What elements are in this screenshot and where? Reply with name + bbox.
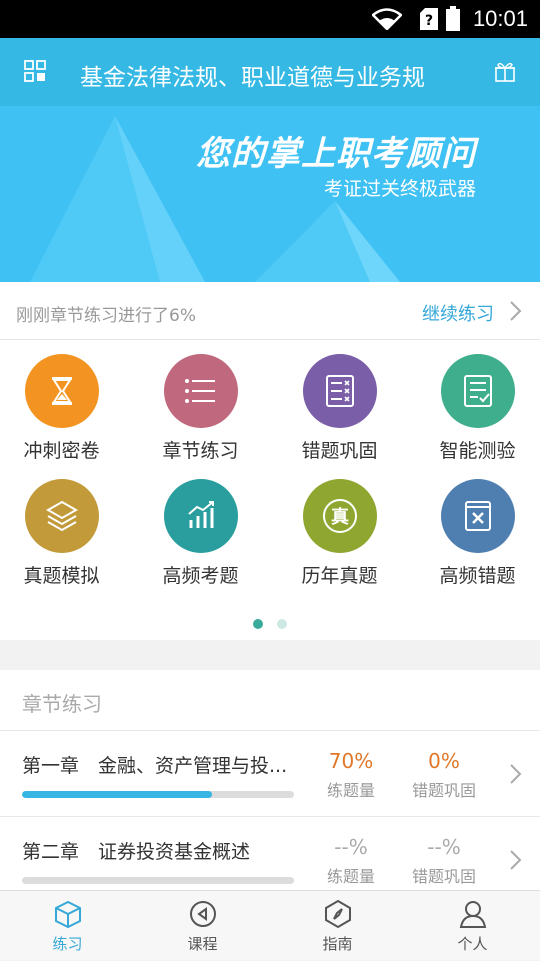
practice-value: 70%: [328, 749, 374, 773]
feature-label: 错题巩固: [301, 440, 378, 462]
feature-past-exams[interactable]: 真 历年真题: [272, 465, 407, 587]
feature-mock-exam[interactable]: 真题模拟: [0, 465, 129, 587]
battery-icon: [446, 6, 460, 31]
apps-grid-icon[interactable]: [24, 60, 46, 82]
status-time: 10:01: [472, 6, 528, 31]
wrong-stat: --% 错题巩固: [399, 835, 489, 887]
last-progress-text: 刚刚章节练习进行了6%: [16, 306, 196, 326]
feature-frequent-questions[interactable]: 高频考题: [133, 465, 268, 587]
chart-icon: [187, 501, 214, 528]
tab-practice[interactable]: 练习: [0, 891, 135, 961]
feature-frequent-wrong[interactable]: 高频错题: [410, 465, 540, 587]
practice-stat: 70% 练题量: [306, 749, 396, 801]
bottom-nav: 练习 课程 指南 个人: [0, 890, 540, 960]
feature-wrong-review[interactable]: 错题巩固: [272, 340, 407, 462]
tab-guide[interactable]: 指南: [270, 891, 405, 961]
person-icon: [459, 901, 486, 928]
page-dot: [276, 619, 287, 629]
practice-value: --%: [334, 835, 368, 859]
chapter-progress-bar: [22, 877, 294, 884]
feature-smart-test[interactable]: 智能测验: [410, 340, 540, 462]
wifi-icon: [372, 8, 402, 30]
chapter-name: 第一章 金融、资产管理与投...: [22, 755, 288, 777]
feature-chapter-practice[interactable]: 章节练习: [133, 340, 268, 462]
svg-text:?: ?: [425, 13, 433, 29]
banner-subtitle: 考证过关终极武器: [323, 178, 476, 200]
continue-practice-link[interactable]: 继续练习: [422, 300, 494, 326]
feature-circle: [163, 479, 238, 553]
feature-circle: 真: [302, 479, 377, 553]
tab-label: 练习: [52, 935, 83, 953]
chapter-progress-bar: [22, 791, 294, 798]
wrong-book-icon: [464, 501, 491, 531]
feature-label: 冲刺密卷: [23, 440, 100, 462]
chapter-practice-section: 章节练习 第一章 金融、资产管理与投... 70% 练题量 0% 错题巩固 第二…: [0, 670, 540, 890]
page-title: 基金法律法规、职业道德与业务规: [80, 65, 425, 91]
layers-icon: [45, 500, 78, 532]
chevron-right-icon: [510, 764, 522, 784]
feature-label: 章节练习: [162, 440, 239, 462]
section-title: 章节练习: [22, 692, 102, 716]
promo-banner[interactable]: 您的掌上职考顾问 考证过关终极武器: [0, 106, 540, 282]
zhen-badge-icon: 真: [322, 499, 357, 533]
feature-circle: [440, 479, 515, 553]
tab-courses[interactable]: 课程: [135, 891, 270, 961]
feature-label: 真题模拟: [23, 565, 100, 587]
wrong-list-icon: [325, 375, 354, 407]
practice-label: 练题量: [326, 781, 375, 800]
feature-circle: [302, 354, 377, 428]
feature-label: 高频考题: [162, 565, 239, 587]
tab-label: 课程: [187, 935, 218, 953]
practice-stat: --% 练题量: [306, 835, 396, 887]
chapter-name: 第二章 证券投资基金概述: [22, 841, 251, 863]
gift-icon[interactable]: [494, 60, 516, 82]
page-indicator: [0, 614, 540, 633]
smart-test-icon: [463, 375, 492, 407]
cube-icon: [54, 900, 81, 929]
status-bar: ? 10:01: [0, 0, 540, 38]
tab-profile[interactable]: 个人: [405, 891, 540, 961]
feature-label: 历年真题: [301, 565, 378, 587]
play-icon: [189, 901, 216, 927]
feature-circle: [440, 354, 515, 428]
hourglass-icon: [51, 377, 72, 405]
practice-label: 练题量: [326, 867, 375, 886]
chapter-progress-fill: [22, 791, 213, 798]
page-dot-active: [253, 619, 264, 629]
compass-icon: [324, 899, 351, 929]
chevron-right-icon: [510, 301, 522, 321]
feature-circle: [24, 354, 99, 428]
feature-circle: [24, 479, 99, 553]
app-header: 基金法律法规、职业道德与业务规: [0, 38, 540, 106]
chevron-right-icon: [510, 850, 522, 870]
svg-text:真: 真: [331, 506, 349, 528]
feature-grid: 冲刺密卷 章节练习 错题巩固 智能测验 真题模拟 高频考题 真 历年真题 高频错…: [0, 340, 540, 640]
feature-label: 高频错题: [439, 565, 516, 587]
tab-label: 指南: [322, 935, 353, 953]
feature-circle: [163, 354, 238, 428]
banner-headline: 您的掌上职考顾问: [196, 134, 476, 174]
feature-sprint-papers[interactable]: 冲刺密卷: [0, 340, 129, 462]
wrong-label: 错题巩固: [411, 781, 476, 800]
list-icon: [184, 379, 215, 403]
wrong-stat: 0% 错题巩固: [399, 749, 489, 801]
wrong-label: 错题巩固: [411, 867, 476, 886]
feature-label: 智能测验: [439, 440, 516, 462]
sim-unknown-icon: ?: [420, 8, 438, 30]
continue-practice-row[interactable]: 刚刚章节练习进行了6% 继续练习: [0, 282, 540, 340]
chapter-row-1[interactable]: 第一章 金融、资产管理与投... 70% 练题量 0% 错题巩固: [0, 730, 540, 816]
wrong-value: 0%: [428, 749, 460, 773]
wrong-value: --%: [427, 835, 461, 859]
tab-label: 个人: [457, 935, 488, 953]
